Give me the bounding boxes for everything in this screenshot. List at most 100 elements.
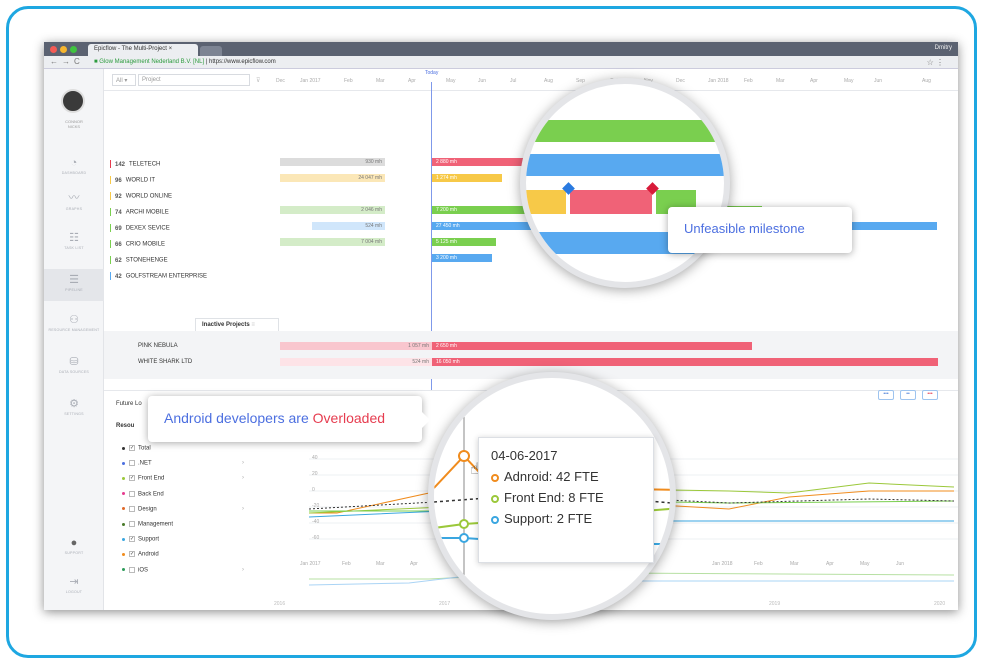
resource-item[interactable]: ✓ Android bbox=[122, 551, 159, 558]
project-row[interactable]: 66 CRIO MOBILE bbox=[110, 240, 165, 248]
resource-item[interactable]: ✓ Front End › bbox=[122, 475, 244, 482]
project-row[interactable]: 96 WORLD IT bbox=[110, 176, 155, 184]
priority-marker bbox=[110, 272, 111, 280]
sidebar-item-label: SETTINGS bbox=[64, 412, 84, 416]
browser-tab[interactable]: Epicflow - The Multi-Project × bbox=[88, 44, 198, 56]
resource-checkbox[interactable]: ✓ bbox=[129, 551, 135, 558]
bookmark-star-icon[interactable]: ☆ ⋮ bbox=[927, 58, 944, 67]
expand-arrow-icon[interactable]: › bbox=[242, 460, 244, 466]
sidebar-item-task-list[interactable]: ☷ TASK LIST bbox=[44, 227, 104, 259]
resource-checkbox[interactable] bbox=[129, 490, 135, 497]
new-tab-button[interactable] bbox=[200, 46, 222, 56]
project-bar[interactable]: 16 050 mh bbox=[432, 358, 938, 366]
sidebar-item-support[interactable]: ● SUPPORT bbox=[44, 533, 104, 565]
x-tick: Mar bbox=[376, 561, 385, 567]
resource-item[interactable]: .NET › bbox=[122, 460, 244, 467]
milestone-magnifier bbox=[520, 78, 730, 288]
resource-color-dot bbox=[122, 461, 125, 465]
project-name: TELETECH bbox=[129, 161, 161, 168]
project-row[interactable]: 42 GOLFSTREAM ENTERPRISE bbox=[110, 272, 207, 280]
sidebar-item-settings[interactable]: ⚙ SETTINGS bbox=[44, 393, 104, 425]
sidebar-item-pipeline[interactable]: ☰ PIPELINE bbox=[44, 269, 104, 301]
project-priority: 96 bbox=[115, 177, 122, 184]
resource-item[interactable]: ✓ Support bbox=[122, 536, 159, 543]
resource-item[interactable]: ✓ Total bbox=[122, 445, 151, 452]
resource-label: Front End bbox=[138, 475, 165, 482]
sidebar-item-logout[interactable]: ⇥ LOGOUT bbox=[44, 571, 104, 603]
inactive-projects-tab[interactable]: Inactive Projects ≡ bbox=[195, 318, 279, 331]
y-tick: -20 bbox=[312, 503, 320, 509]
month-label: Jan 2018 bbox=[708, 78, 729, 84]
priority-marker bbox=[110, 208, 111, 216]
minimize-window-icon[interactable] bbox=[60, 46, 67, 53]
sidebar-item-data-sources[interactable]: ⛁ DATA SOURCES bbox=[44, 351, 104, 383]
resource-color-dot bbox=[122, 507, 125, 511]
project-name: CRIO MOBILE bbox=[125, 241, 166, 248]
settings-icon: ⚙ bbox=[69, 398, 79, 410]
project-bar[interactable]: 5 125 mh bbox=[432, 238, 496, 246]
project-row[interactable]: 69 DEXEX SEVICE bbox=[110, 224, 170, 232]
user-name: CONNOR NICKS bbox=[65, 119, 83, 129]
project-bar[interactable]: 1 274 mh bbox=[432, 174, 502, 182]
graph-icon: 〰 bbox=[68, 192, 80, 204]
browser-user: Dmitry bbox=[934, 45, 952, 51]
resource-checkbox[interactable]: ✓ bbox=[129, 475, 135, 482]
resource-label: iOS bbox=[138, 567, 149, 574]
close-window-icon[interactable] bbox=[50, 46, 57, 53]
view-toggle-2[interactable]: •• bbox=[900, 390, 916, 400]
unfeasible-milestone-callout: Unfeasible milestone bbox=[668, 207, 852, 253]
resource-checkbox[interactable] bbox=[129, 566, 135, 573]
resource-item[interactable]: Back End bbox=[122, 490, 164, 497]
url-field[interactable]: ■ Glow Management Nederland B.V. [NL] | … bbox=[94, 59, 276, 65]
project-filter-input[interactable]: Project bbox=[138, 74, 250, 86]
inactive-project-row[interactable]: PINK NEBULA bbox=[138, 343, 178, 349]
view-toggle-3[interactable]: ••• bbox=[922, 390, 938, 400]
reload-icon[interactable]: C bbox=[74, 57, 80, 66]
expand-arrow-icon[interactable]: › bbox=[242, 475, 244, 481]
project-row[interactable]: 142 TELETECH bbox=[110, 160, 160, 168]
resource-checkbox[interactable]: ✓ bbox=[129, 536, 135, 543]
view-toggle-1[interactable]: ••• bbox=[878, 390, 894, 400]
month-label: Jul bbox=[510, 78, 517, 84]
resource-checkbox[interactable] bbox=[129, 505, 135, 512]
resource-color-dot bbox=[122, 552, 125, 556]
site-identity: Glow Management Nederland B.V. [NL] bbox=[99, 59, 205, 65]
navigator-year: 2020 bbox=[934, 601, 946, 607]
resource-checkbox[interactable] bbox=[129, 460, 135, 467]
project-bar[interactable]: 3 200 mh bbox=[432, 254, 492, 262]
project-bar[interactable]: 2 650 mh bbox=[432, 342, 752, 350]
tooltip-value: Adnroid: 42 FTE bbox=[504, 469, 599, 484]
project-name: DEXEX SEVICE bbox=[125, 225, 170, 232]
x-tick: Feb bbox=[754, 561, 763, 567]
expand-arrow-icon[interactable]: › bbox=[242, 506, 244, 512]
expand-arrow-icon[interactable]: › bbox=[242, 567, 244, 573]
sidebar-item-label: SUPPORT bbox=[64, 551, 84, 555]
maximize-window-icon[interactable] bbox=[70, 46, 77, 53]
x-tick: Jan 2017 bbox=[300, 561, 321, 567]
month-label: Feb bbox=[744, 78, 753, 84]
resource-item[interactable]: iOS › bbox=[122, 566, 244, 574]
inactive-project-row[interactable]: WHITE SHARK LTD bbox=[138, 359, 192, 365]
forward-icon[interactable]: → bbox=[62, 57, 70, 66]
inactive-tab-label: Inactive Projects bbox=[202, 322, 250, 328]
month-label: Apr bbox=[810, 78, 818, 84]
back-icon[interactable]: ← bbox=[50, 57, 58, 66]
sidebar-item-dashboard[interactable]: ◔ DASHBOARD bbox=[44, 153, 104, 185]
tooltip-value: Support: 2 FTE bbox=[504, 511, 593, 526]
filter-icon[interactable]: ⊽ bbox=[256, 77, 260, 84]
past-load-bar: 524 mh bbox=[312, 222, 385, 230]
project-row[interactable]: 92 WORLD ONLINE bbox=[110, 192, 172, 200]
resource-item[interactable]: Design › bbox=[122, 505, 244, 512]
address-bar: ← → C ■ Glow Management Nederland B.V. [… bbox=[44, 56, 958, 69]
resource-checkbox[interactable] bbox=[129, 521, 135, 527]
project-row[interactable]: 62 STONEHENGE bbox=[110, 256, 168, 264]
month-label: Feb bbox=[344, 78, 353, 84]
resource-item[interactable]: Management bbox=[122, 521, 173, 528]
project-row[interactable]: 74 ARCHI MOBILE bbox=[110, 208, 169, 216]
sidebar-item-resource-management[interactable]: ⚇ RESOURCE MANAGEMENT bbox=[44, 309, 104, 341]
resource-checkbox[interactable]: ✓ bbox=[129, 445, 135, 451]
month-label: Dec bbox=[276, 78, 285, 84]
avatar[interactable] bbox=[61, 89, 85, 113]
sidebar-item-graphs[interactable]: 〰 GRAPHS bbox=[44, 185, 104, 217]
filter-all-select[interactable]: All ▾ bbox=[112, 74, 136, 86]
